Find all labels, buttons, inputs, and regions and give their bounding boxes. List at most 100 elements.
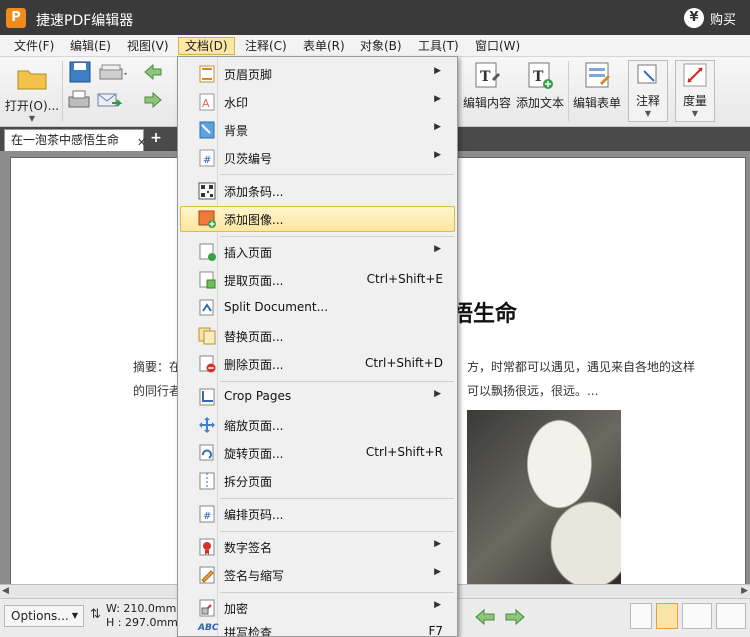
- add-text-icon: T: [528, 62, 553, 89]
- menu-document[interactable]: 文档(D): [178, 37, 235, 55]
- comment-icon: [637, 64, 657, 84]
- document-tab-title: 在一泡茶中感悟生命: [11, 133, 120, 147]
- extract-page-icon: [199, 271, 216, 289]
- print-button[interactable]: [66, 89, 92, 114]
- menu-item-sign-initial[interactable]: 签名与缩写 ▶: [180, 562, 455, 588]
- menu-form[interactable]: 表单(R): [297, 37, 351, 55]
- add-tab-icon[interactable]: +: [149, 131, 163, 145]
- menu-item-background[interactable]: 背景 ▶: [180, 117, 455, 143]
- submenu-arrow-icon: ▶: [434, 66, 441, 76]
- menu-label: Crop Pages: [224, 389, 292, 403]
- add-text-button[interactable]: T 添加文本: [514, 61, 566, 111]
- menu-item-split-document[interactable]: Split Document...: [180, 295, 455, 321]
- tea-photo: [467, 410, 621, 590]
- menu-shortcut: Ctrl+Shift+E: [366, 272, 443, 286]
- menu-item-bates-number[interactable]: # 贝茨编号 ▶: [180, 145, 455, 171]
- measure-dropdown-icon[interactable]: ▼: [676, 109, 714, 118]
- menu-item-crop-pages[interactable]: Crop Pages ▶: [180, 384, 455, 410]
- menu-item-rotate-page[interactable]: 旋转页面... Ctrl+Shift+R: [180, 440, 455, 466]
- svg-text:T: T: [533, 69, 544, 85]
- submenu-arrow-icon: ▶: [434, 244, 441, 254]
- menu-label: 背景: [224, 124, 249, 138]
- open-dropdown-icon[interactable]: ▼: [4, 114, 60, 123]
- menu-tools[interactable]: 工具(T): [412, 37, 465, 55]
- menu-label: 签名与缩写: [224, 569, 285, 583]
- doc-heading: 悟生命: [451, 301, 518, 327]
- edit-form-icon: [585, 62, 610, 88]
- menu-label: 水印: [224, 96, 249, 110]
- facing-continuous-view-icon[interactable]: [716, 603, 746, 629]
- resize-page-icon: [199, 417, 215, 433]
- comment-button[interactable]: 注释 ▼: [628, 60, 668, 122]
- doc-abstract-line1-end: 方，时常都可以遇见，遇见来自各地的这样: [467, 360, 696, 374]
- edit-content-button[interactable]: T 编辑内容: [461, 61, 513, 111]
- menu-label: 提取页面...: [224, 274, 284, 288]
- next-page-icon[interactable]: [502, 605, 528, 629]
- menu-item-replace-page[interactable]: 替换页面...: [180, 323, 455, 349]
- back-button[interactable]: [140, 61, 166, 86]
- folder-icon: [17, 70, 47, 90]
- menu-edit[interactable]: 编辑(E): [64, 37, 117, 55]
- submenu-arrow-icon: ▶: [434, 389, 441, 399]
- measure-button[interactable]: 度量 ▼: [675, 60, 715, 122]
- continuous-view-icon[interactable]: [656, 603, 678, 629]
- menu-item-watermark[interactable]: A 水印 ▶: [180, 89, 455, 115]
- menu-label: 拆分页面: [224, 475, 273, 489]
- buy-button[interactable]: ¥ 购买: [683, 7, 736, 29]
- forward-button[interactable]: [140, 89, 166, 114]
- buy-label: 购买: [709, 12, 736, 28]
- menu-item-page-numbering[interactable]: # 编排页码...: [180, 501, 455, 527]
- single-page-view-icon[interactable]: [630, 603, 652, 629]
- submenu-arrow-icon: ▶: [434, 94, 441, 104]
- yen-icon: ¥: [683, 8, 704, 28]
- email-button[interactable]: [96, 89, 123, 114]
- comment-dropdown-icon[interactable]: ▼: [629, 109, 667, 118]
- open-label: 打开(O)...: [4, 99, 60, 113]
- options-dropdown[interactable]: Options... ▼: [4, 605, 84, 627]
- menu-item-add-image[interactable]: 添加图像...: [180, 206, 455, 232]
- menu-item-header-footer[interactable]: 页眉页脚 ▶: [180, 61, 455, 87]
- edit-form-label: 编辑表单: [572, 96, 621, 110]
- menu-item-add-barcode[interactable]: 添加条码...: [180, 178, 455, 204]
- menu-label: 页眉页脚: [224, 68, 273, 82]
- menu-item-insert-page[interactable]: 插入页面 ▶: [180, 239, 455, 265]
- menu-item-digital-signature[interactable]: 数字签名 ▶: [180, 534, 455, 560]
- menu-item-split-page[interactable]: 拆分页面: [180, 468, 455, 494]
- menu-item-spell-check[interactable]: ABC 拼写检查 F7: [180, 619, 455, 636]
- menu-label: 插入页面: [224, 246, 273, 260]
- menu-item-encrypt[interactable]: 加密 ▶: [180, 595, 455, 621]
- save-button[interactable]: [68, 61, 92, 86]
- submenu-arrow-icon: ▶: [434, 539, 441, 549]
- close-icon[interactable]: ✕: [137, 133, 146, 153]
- edit-form-button[interactable]: 编辑表单: [571, 61, 623, 111]
- comment-label: 注释: [635, 94, 660, 108]
- scroll-left-icon[interactable]: ◀: [2, 586, 9, 596]
- menu-label: 添加图像...: [224, 213, 284, 227]
- menu-item-delete-page[interactable]: 删除页面... Ctrl+Shift+D: [180, 351, 455, 377]
- menu-file[interactable]: 文件(F): [8, 37, 60, 55]
- submenu-arrow-icon: ▶: [434, 122, 441, 132]
- menu-separator: [220, 498, 454, 499]
- menu-label: 添加条码...: [224, 185, 284, 199]
- document-tab[interactable]: 在一泡茶中感悟生命 ✕: [4, 129, 146, 153]
- menu-label: 贝茨编号: [224, 152, 273, 166]
- bates-number-icon: #: [199, 149, 215, 167]
- menu-view[interactable]: 视图(V): [121, 37, 175, 55]
- doc-abstract-line2-start: 的同行者: [133, 384, 182, 398]
- prev-page-icon[interactable]: [472, 605, 498, 629]
- split-page-icon: [199, 472, 215, 490]
- add-image-icon: [198, 210, 216, 228]
- facing-view-icon[interactable]: [682, 603, 712, 629]
- scroll-right-icon[interactable]: ▶: [741, 586, 748, 596]
- menu-window[interactable]: 窗口(W): [469, 37, 526, 55]
- menu-object[interactable]: 对象(B): [354, 37, 408, 55]
- menu-item-resize-page[interactable]: 缩放页面...: [180, 412, 455, 438]
- open-button[interactable]: 打开(O)... ▼: [4, 63, 60, 123]
- menu-item-extract-page[interactable]: 提取页面... Ctrl+Shift+E: [180, 267, 455, 293]
- encrypt-icon: [199, 599, 215, 617]
- scan-button[interactable]: [96, 63, 132, 84]
- menu-comment[interactable]: 注释(C): [239, 37, 293, 55]
- menu-label: 编排页码...: [224, 508, 284, 522]
- edit-content-label: 编辑内容: [462, 96, 511, 110]
- title-bar: P 捷速PDF编辑器 ¥ 购买: [0, 0, 750, 35]
